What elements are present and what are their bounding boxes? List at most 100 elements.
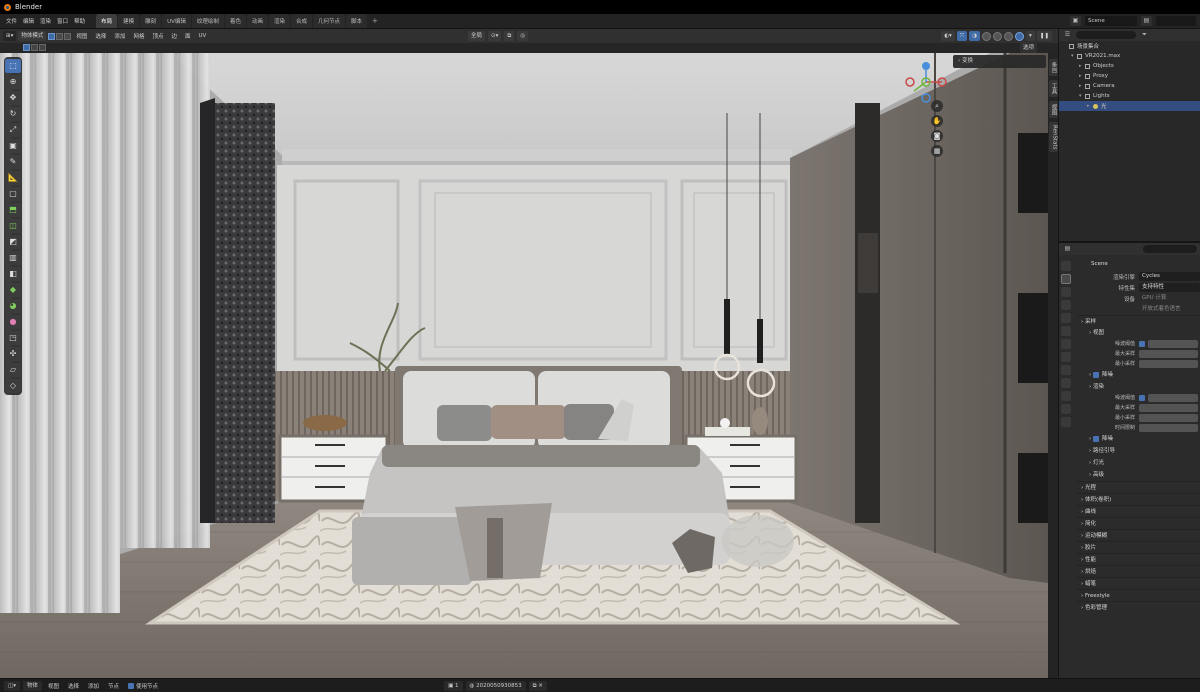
- feature-set-select[interactable]: 支持特性: [1139, 283, 1200, 292]
- workspace-tab[interactable]: 雕刻: [140, 14, 162, 28]
- menu-render[interactable]: 渲染: [37, 17, 54, 25]
- rip-region-tool-icon[interactable]: ◇: [5, 379, 21, 393]
- menu-face[interactable]: 面: [182, 32, 194, 40]
- measure-tool-icon[interactable]: 📐: [5, 171, 21, 185]
- outliner-item[interactable]: ▸ 光: [1059, 101, 1200, 111]
- outliner-item[interactable]: ▸ Proxy: [1059, 71, 1200, 81]
- transform-panel-header[interactable]: › 变换: [953, 55, 1046, 68]
- select-subtract-icon[interactable]: [39, 44, 46, 51]
- menu-select[interactable]: 选择: [92, 32, 109, 40]
- workspace-tab[interactable]: 动画: [246, 14, 268, 28]
- checkbox[interactable]: [1092, 371, 1099, 378]
- particles-tab-icon[interactable]: [1061, 365, 1071, 375]
- number-field[interactable]: [1139, 423, 1198, 432]
- 3d-viewport[interactable]: [0, 53, 1048, 678]
- panel-header[interactable]: › 曲线: [1077, 505, 1200, 517]
- material-tab-icon[interactable]: [1061, 417, 1071, 427]
- panel-header[interactable]: › 路径引导: [1077, 445, 1200, 457]
- outliner-item[interactable]: ▸ Objects: [1059, 61, 1200, 71]
- move-tool-icon[interactable]: ✥: [5, 91, 21, 105]
- workspace-tab[interactable]: 布局: [96, 14, 118, 28]
- pivot-icon[interactable]: ⊙▾: [488, 31, 502, 41]
- shear-tool-icon[interactable]: ▱: [5, 363, 21, 377]
- face-select-icon[interactable]: [64, 32, 72, 40]
- annotate-tool-icon[interactable]: ✎: [5, 155, 21, 169]
- snap-icon[interactable]: ⧉: [504, 31, 515, 41]
- physics-tab-icon[interactable]: [1061, 378, 1071, 388]
- spin-tool-icon[interactable]: ◕: [5, 299, 21, 313]
- scale-tool-icon[interactable]: ⤢: [5, 123, 21, 137]
- tab-view[interactable]: 视图: [1048, 101, 1058, 118]
- object-tab-icon[interactable]: [1061, 339, 1071, 349]
- checkbox[interactable]: [1139, 394, 1145, 401]
- workspace-tab[interactable]: 纹理绘制: [191, 14, 224, 28]
- properties-editor-icon[interactable]: ▤: [1062, 244, 1073, 254]
- object-mode-select[interactable]: 物体: [22, 680, 42, 691]
- wireframe-shading-icon[interactable]: [982, 31, 992, 41]
- scene-tab-icon[interactable]: [1061, 313, 1071, 323]
- panel-header[interactable]: › 胶片: [1077, 541, 1200, 553]
- camera-view-icon[interactable]: ◙: [931, 130, 943, 142]
- overlay-toggle-icon[interactable]: ◑: [969, 31, 981, 41]
- panel-header[interactable]: › 灯光: [1077, 457, 1200, 469]
- workspace-tab[interactable]: 几何节点: [313, 14, 346, 28]
- workspace-tab[interactable]: 脚本: [346, 14, 368, 28]
- select-new-icon[interactable]: [23, 44, 30, 51]
- menu-view[interactable]: 视图: [73, 32, 90, 40]
- edge-slide-tool-icon[interactable]: ◳: [5, 331, 21, 345]
- pause-render-icon[interactable]: ❚❚: [1036, 31, 1052, 41]
- cursor-tool-icon[interactable]: ⊕: [5, 75, 21, 89]
- node-menu-add[interactable]: 添加: [85, 682, 102, 690]
- perspective-grid-icon[interactable]: ▦: [931, 145, 943, 157]
- add-cube-tool-icon[interactable]: ▢: [5, 187, 21, 201]
- visibility-icon[interactable]: ◐▾: [941, 31, 955, 41]
- number-field[interactable]: [1139, 359, 1198, 368]
- tool-tab-icon[interactable]: [1061, 261, 1071, 271]
- scene-name-field[interactable]: Scene: [1085, 16, 1137, 26]
- node-menu-select[interactable]: 选择: [65, 682, 82, 690]
- outliner-item[interactable]: ▾ VR2021.max: [1059, 51, 1200, 61]
- smooth-tool-icon[interactable]: ●: [5, 315, 21, 329]
- workspace-tab[interactable]: 合成: [290, 14, 312, 28]
- render-layer-icon[interactable]: ▤: [1141, 16, 1152, 26]
- tab-tool[interactable]: 工具: [1048, 80, 1058, 97]
- checkbox[interactable]: [1092, 435, 1099, 442]
- node-menu-view[interactable]: 视图: [45, 682, 62, 690]
- panel-header[interactable]: › 渲染: [1077, 381, 1200, 393]
- material-actions[interactable]: ⧉ ✕: [528, 680, 547, 691]
- filter-icon[interactable]: ⏷: [1139, 30, 1150, 40]
- outliner-item[interactable]: ▸ Camera: [1059, 81, 1200, 91]
- panel-header[interactable]: › 运动模糊: [1077, 529, 1200, 541]
- scene-icon[interactable]: ▣: [1070, 16, 1081, 26]
- inset-tool-icon[interactable]: ◫: [5, 219, 21, 233]
- panel-header[interactable]: › 烘焙: [1077, 565, 1200, 577]
- panel-header[interactable]: › 降噪: [1077, 369, 1200, 381]
- number-field[interactable]: [1139, 349, 1198, 358]
- menu-window[interactable]: 窗口: [54, 17, 71, 25]
- render-engine-select[interactable]: Cycles: [1139, 272, 1200, 281]
- panel-header[interactable]: › 色彩管理: [1077, 601, 1200, 613]
- number-field[interactable]: [1139, 413, 1198, 422]
- navigation-gizmo[interactable]: [904, 60, 948, 104]
- outliner-item[interactable]: 场景集合: [1059, 41, 1200, 51]
- workspace-tab[interactable]: 建模: [118, 14, 140, 28]
- gizmo-toggle-icon[interactable]: ⤧: [956, 31, 968, 41]
- panel-header[interactable]: › 简化: [1077, 517, 1200, 529]
- view-layer-tab-icon[interactable]: [1061, 300, 1071, 310]
- number-field[interactable]: [1139, 403, 1198, 412]
- panel-header[interactable]: › 采样: [1077, 315, 1200, 327]
- menu-file[interactable]: 文件: [3, 17, 20, 25]
- panel-header[interactable]: › 高级: [1077, 469, 1200, 481]
- panel-header[interactable]: › 光程: [1077, 481, 1200, 493]
- menu-uv[interactable]: UV: [196, 33, 210, 39]
- outliner-item[interactable]: ▾ Lights: [1059, 91, 1200, 101]
- loop-cut-tool-icon[interactable]: ▥: [5, 251, 21, 265]
- menu-help[interactable]: 帮助: [71, 17, 88, 25]
- panel-header[interactable]: › 性能: [1077, 553, 1200, 565]
- world-tab-icon[interactable]: [1061, 326, 1071, 336]
- device-select[interactable]: GPU 计算: [1139, 294, 1200, 303]
- rotate-tool-icon[interactable]: ↻: [5, 107, 21, 121]
- modifier-tab-icon[interactable]: [1061, 352, 1071, 362]
- tab-item[interactable]: 条目: [1048, 59, 1058, 76]
- select-box-tool-icon[interactable]: ⬚: [5, 59, 21, 73]
